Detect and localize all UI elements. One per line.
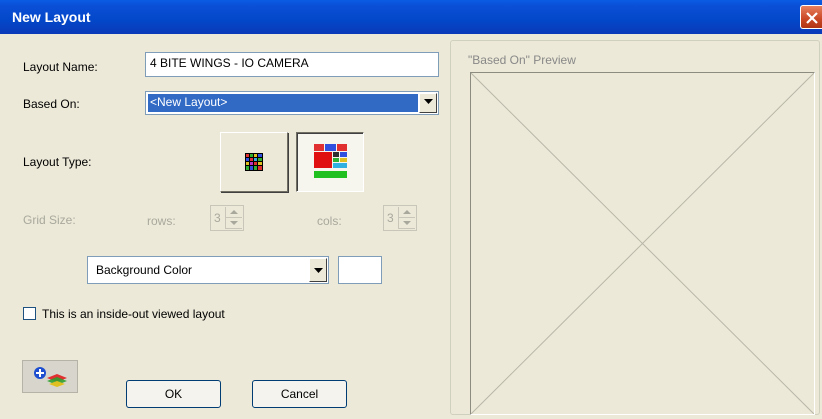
cols-spinner[interactable]: 3	[383, 205, 417, 231]
inside-out-label: This is an inside-out viewed layout	[42, 307, 225, 321]
background-color-label: Background Color	[96, 263, 193, 277]
empty-preview-placeholder	[471, 73, 814, 414]
based-on-dropdown-button[interactable]	[419, 93, 437, 113]
window-title: New Layout	[12, 9, 91, 25]
rows-spinner[interactable]: 3	[210, 205, 244, 231]
background-color-dropdown-button[interactable]	[309, 258, 327, 282]
cols-up-button[interactable]	[399, 207, 415, 218]
arrow-down-icon	[230, 221, 238, 225]
based-on-selected-value: <New Layout>	[148, 94, 418, 112]
chevron-down-icon	[424, 99, 433, 104]
rows-label: rows:	[147, 214, 176, 228]
arrow-up-icon	[403, 210, 411, 214]
grid-size-label: Grid Size:	[23, 213, 76, 227]
preview-area	[470, 72, 815, 415]
arrow-down-icon	[403, 221, 411, 225]
rows-down-button[interactable]	[226, 218, 242, 229]
chevron-down-icon	[314, 268, 323, 273]
uniform-grid-icon	[245, 153, 263, 171]
based-on-dropdown[interactable]: <New Layout>	[145, 91, 439, 115]
add-layout-icon	[34, 367, 67, 387]
cols-down-button[interactable]	[399, 218, 415, 229]
layout-name-label: Layout Name:	[23, 60, 98, 74]
cols-value: 3	[387, 211, 394, 225]
cols-label: cols:	[317, 214, 342, 228]
arrow-up-icon	[230, 210, 238, 214]
based-on-label: Based On:	[23, 97, 80, 111]
rows-value: 3	[214, 211, 221, 225]
cancel-button[interactable]: Cancel	[252, 380, 347, 408]
background-color-swatch[interactable]	[338, 256, 382, 284]
layout-name-input[interactable]: 4 BITE WINGS - IO CAMERA	[145, 52, 439, 77]
title-bar[interactable]: New Layout	[0, 0, 822, 34]
close-button[interactable]	[800, 5, 822, 29]
add-layout-tool-button[interactable]	[22, 360, 78, 393]
inside-out-checkbox[interactable]	[23, 307, 36, 320]
background-color-dropdown[interactable]: Background Color	[87, 256, 329, 284]
layout-type-uniform-grid-button[interactable]	[220, 132, 288, 192]
ok-button[interactable]: OK	[126, 380, 221, 408]
close-icon	[806, 12, 818, 24]
custom-grid-icon	[314, 144, 347, 178]
new-layout-dialog: New Layout Layout Name: 4 BITE WINGS - I…	[0, 0, 822, 419]
layout-type-custom-grid-button[interactable]	[296, 132, 364, 192]
rows-up-button[interactable]	[226, 207, 242, 218]
layout-type-label: Layout Type:	[23, 155, 92, 169]
preview-label: "Based On" Preview	[468, 53, 576, 67]
